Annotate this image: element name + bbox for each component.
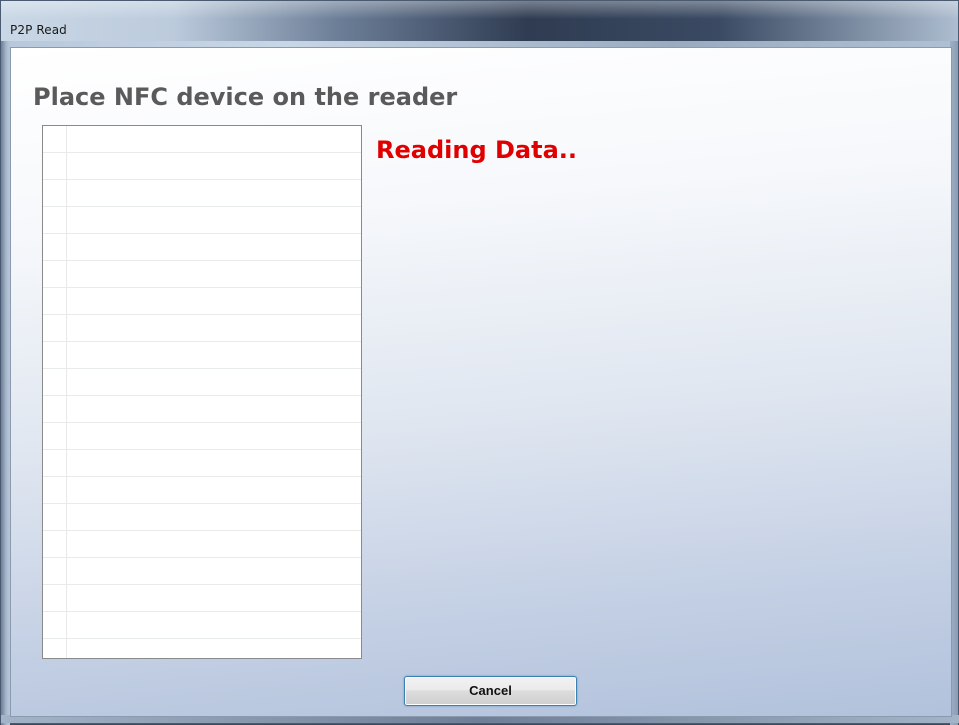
data-list[interactable] xyxy=(42,125,362,659)
list-item[interactable] xyxy=(43,423,361,450)
window-left-frame xyxy=(1,41,10,725)
list-item[interactable] xyxy=(43,207,361,234)
list-item[interactable] xyxy=(43,639,361,658)
list-item[interactable] xyxy=(43,234,361,261)
title-bar[interactable]: P2P Read xyxy=(1,1,958,41)
data-list-column-divider xyxy=(66,126,67,658)
cancel-button[interactable]: Cancel xyxy=(404,676,577,706)
list-item[interactable] xyxy=(43,126,361,153)
list-item[interactable] xyxy=(43,315,361,342)
status-message: Reading Data.. xyxy=(376,136,577,164)
list-item[interactable] xyxy=(43,288,361,315)
list-item[interactable] xyxy=(43,261,361,288)
instruction-heading: Place NFC device on the reader xyxy=(33,83,458,111)
list-item[interactable] xyxy=(43,180,361,207)
list-item[interactable] xyxy=(43,450,361,477)
list-item[interactable] xyxy=(43,477,361,504)
data-list-rows xyxy=(43,126,361,658)
list-item[interactable] xyxy=(43,504,361,531)
list-item[interactable] xyxy=(43,369,361,396)
list-item[interactable] xyxy=(43,342,361,369)
window-title: P2P Read xyxy=(10,23,67,37)
title-bar-glow xyxy=(1,1,958,19)
p2p-read-window: P2P Read Place NFC device on the reader … xyxy=(0,0,959,725)
list-item[interactable] xyxy=(43,612,361,639)
list-item[interactable] xyxy=(43,396,361,423)
list-item[interactable] xyxy=(43,153,361,180)
list-item[interactable] xyxy=(43,558,361,585)
list-item[interactable] xyxy=(43,531,361,558)
list-item[interactable] xyxy=(43,585,361,612)
